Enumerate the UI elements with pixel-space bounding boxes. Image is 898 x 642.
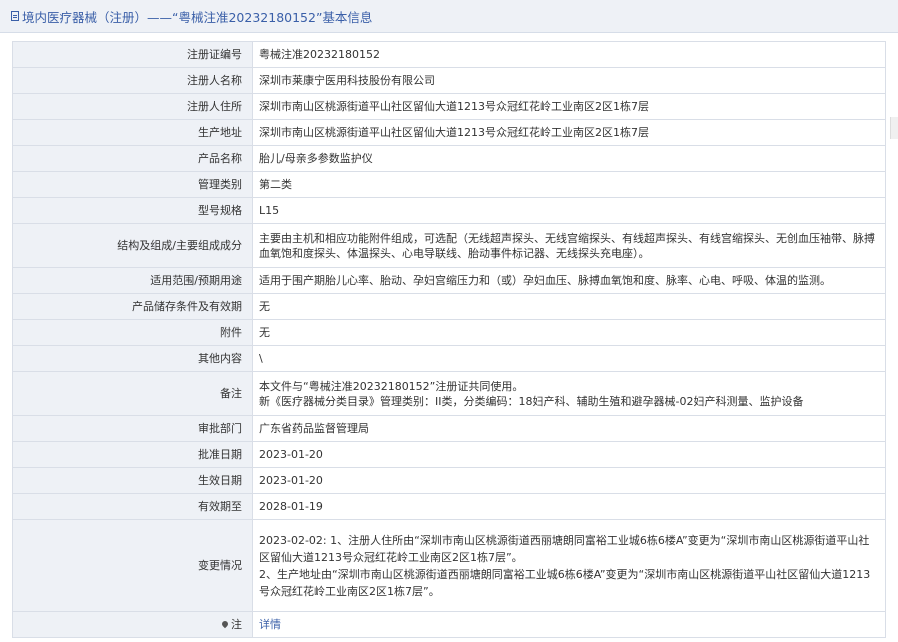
row-label-management-category: 管理类别: [12, 171, 253, 198]
row-value-product-name: 胎儿/母亲多参数监护仪: [252, 145, 886, 172]
row-value-valid-until: 2028-01-19: [252, 493, 886, 520]
row-label-registration-number: 注册证编号: [12, 41, 253, 68]
row-value-approval-department: 广东省药品监督管理局: [252, 415, 886, 442]
table-row: 其他内容 \: [12, 345, 886, 372]
table-row: 批准日期 2023-01-20: [12, 441, 886, 468]
row-label-structure-composition: 结构及组成/主要组成成分: [12, 223, 253, 268]
row-label-intended-use: 适用范围/预期用途: [12, 267, 253, 294]
table-row: 结构及组成/主要组成成分 主要由主机和相应功能附件组成，可选配（无线超声探头、无…: [12, 223, 886, 268]
row-value-storage-validity: 无: [252, 293, 886, 320]
table-row: 产品名称 胎儿/母亲多参数监护仪: [12, 145, 886, 172]
details-link[interactable]: 详情: [259, 618, 281, 631]
row-value-attachments: 无: [252, 319, 886, 346]
row-value-structure-composition: 主要由主机和相应功能附件组成，可选配（无线超声探头、无线宫缩探头、有线超声探头、…: [252, 223, 886, 268]
page-title: 境内医疗器械（注册）——“粤械注准20232180152”基本信息: [22, 9, 373, 25]
row-value-registrant-address: 深圳市南山区桃源街道平山社区留仙大道1213号众冠红花岭工业南区2区1栋7层: [252, 93, 886, 120]
row-label-model-spec: 型号规格: [12, 197, 253, 224]
remarks-line-1: 本文件与“粤械注准20232180152”注册证共同使用。: [259, 379, 524, 393]
row-value-change-history: 2023-02-02: 1、注册人住所由“深圳市南山区桃源街道西丽塘朗同富裕工业…: [252, 519, 886, 612]
row-label-effective-date: 生效日期: [12, 467, 253, 494]
table-row: 附件 无: [12, 319, 886, 346]
row-label-note: 注: [12, 611, 253, 638]
remarks-line-2: 新《医疗器械分类目录》管理类别：II类，分类编码：18妇产科、辅助生殖和避孕器械…: [259, 394, 804, 408]
row-value-registration-number: 粤械注准20232180152: [252, 41, 886, 68]
row-label-registrant-address: 注册人住所: [12, 93, 253, 120]
row-label-storage-validity: 产品储存条件及有效期: [12, 293, 253, 320]
table-row: 注册人住所 深圳市南山区桃源街道平山社区留仙大道1213号众冠红花岭工业南区2区…: [12, 93, 886, 120]
row-label-change-history: 变更情况: [12, 519, 253, 612]
table-row: 型号规格 L15: [12, 197, 886, 224]
row-label-approval-date: 批准日期: [12, 441, 253, 468]
row-label-approval-department: 审批部门: [12, 415, 253, 442]
table-row: 有效期至 2028-01-19: [12, 493, 886, 520]
row-label-other-content: 其他内容: [12, 345, 253, 372]
row-label-product-name: 产品名称: [12, 145, 253, 172]
table-row: 管理类别 第二类: [12, 171, 886, 198]
table-row: 注册证编号 粤械注准20232180152: [12, 41, 886, 68]
table-row: 生效日期 2023-01-20: [12, 467, 886, 494]
row-label-remarks: 备注: [12, 371, 253, 416]
table-row: 生产地址 深圳市南山区桃源街道平山社区留仙大道1213号众冠红花岭工业南区2区1…: [12, 119, 886, 146]
table-row: 注 详情: [12, 611, 886, 638]
document-icon: [11, 11, 19, 21]
row-value-production-address: 深圳市南山区桃源街道平山社区留仙大道1213号众冠红花岭工业南区2区1栋7层: [252, 119, 886, 146]
scrollbar[interactable]: [890, 117, 898, 139]
row-label-registrant-name: 注册人名称: [12, 67, 253, 94]
row-value-other-content: \: [252, 345, 886, 372]
row-value-management-category: 第二类: [252, 171, 886, 198]
row-value-remarks: 本文件与“粤械注准20232180152”注册证共同使用。 新《医疗器械分类目录…: [252, 371, 886, 416]
table-row: 审批部门 广东省药品监督管理局: [12, 415, 886, 442]
row-label-attachments: 附件: [12, 319, 253, 346]
row-label-production-address: 生产地址: [12, 119, 253, 146]
row-value-model-spec: L15: [252, 197, 886, 224]
page-title-bar: 境内医疗器械（注册）——“粤械注准20232180152”基本信息: [0, 0, 898, 33]
row-label-note-text: 注: [231, 618, 242, 631]
table-row: 产品储存条件及有效期 无: [12, 293, 886, 320]
table-row: 备注 本文件与“粤械注准20232180152”注册证共同使用。 新《医疗器械分…: [12, 371, 886, 416]
table-row: 注册人名称 深圳市莱康宁医用科技股份有限公司: [12, 67, 886, 94]
table-row: 适用范围/预期用途 适用于围产期胎儿心率、胎动、孕妇宫缩压力和（或）孕妇血压、脉…: [12, 267, 886, 294]
table-row: 变更情况 2023-02-02: 1、注册人住所由“深圳市南山区桃源街道西丽塘朗…: [12, 519, 886, 612]
row-value-intended-use: 适用于围产期胎儿心率、胎动、孕妇宫缩压力和（或）孕妇血压、脉搏血氧饱和度、脉率、…: [252, 267, 886, 294]
pin-icon: [220, 619, 230, 629]
row-value-effective-date: 2023-01-20: [252, 467, 886, 494]
row-value-approval-date: 2023-01-20: [252, 441, 886, 468]
basic-info-table: 注册证编号 粤械注准20232180152 注册人名称 深圳市莱康宁医用科技股份…: [12, 41, 886, 638]
row-value-registrant-name: 深圳市莱康宁医用科技股份有限公司: [252, 67, 886, 94]
row-value-note: 详情: [252, 611, 886, 638]
row-label-valid-until: 有效期至: [12, 493, 253, 520]
